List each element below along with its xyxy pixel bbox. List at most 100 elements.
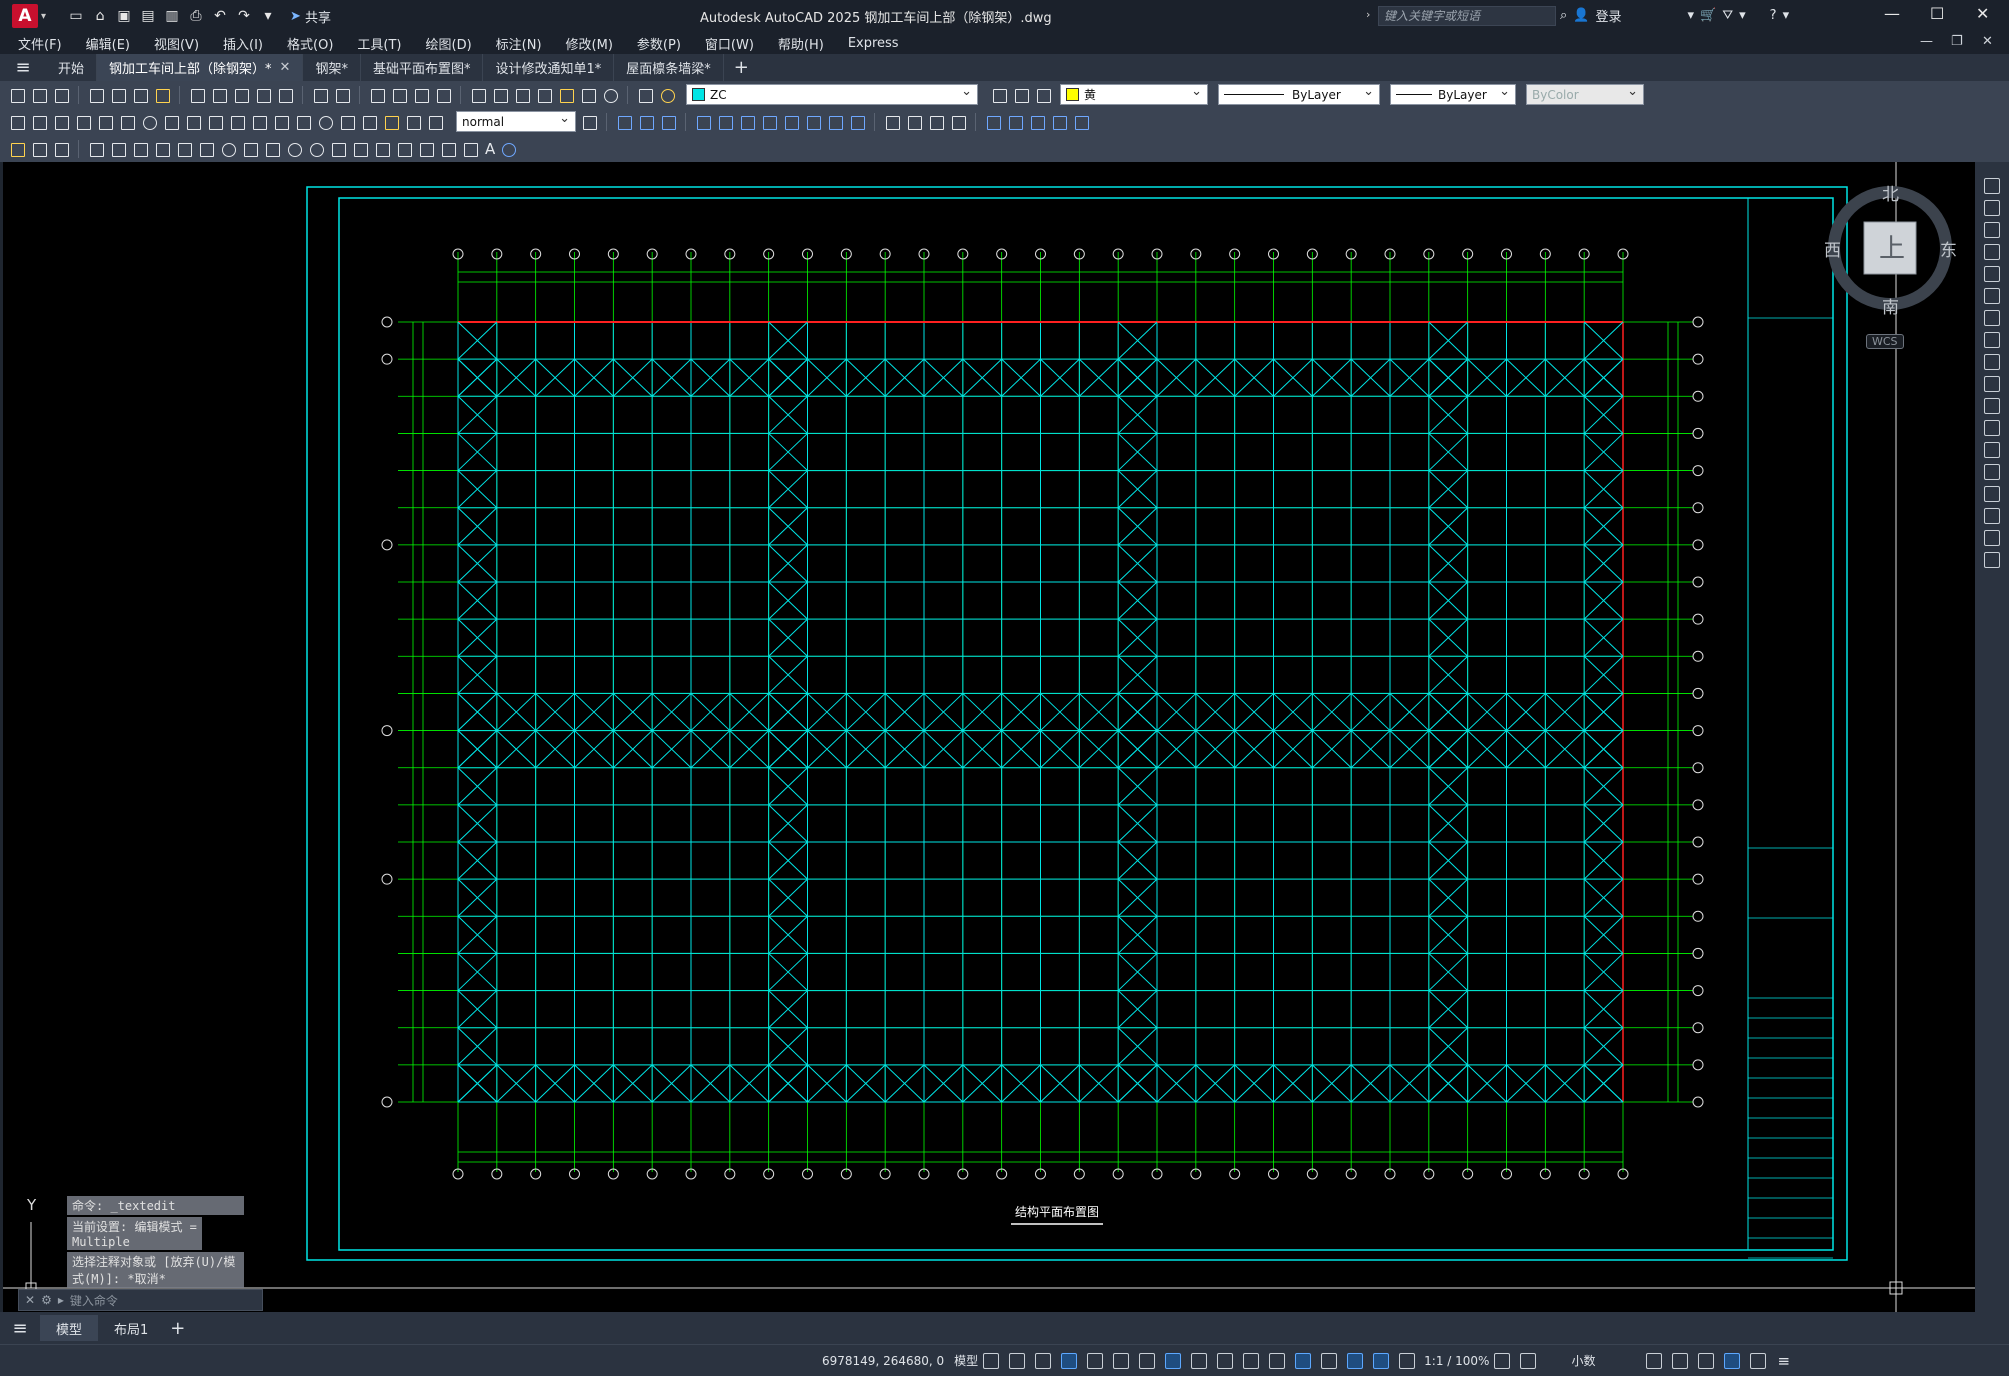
properties-icon[interactable] (469, 86, 487, 104)
object-snap-tracking-icon[interactable] (1165, 1352, 1182, 1369)
3d-object-snap-icon[interactable] (1295, 1352, 1312, 1369)
orbit-icon[interactable] (984, 113, 1002, 131)
layer-match-icon[interactable] (1034, 86, 1052, 104)
selection-filter-icon[interactable] (1347, 1352, 1364, 1369)
ucs-world-icon[interactable] (716, 113, 734, 131)
print-icon[interactable]: ⎙ (188, 8, 204, 24)
tolerance-icon[interactable] (294, 113, 312, 131)
dynamic-ucs-icon[interactable] (1321, 1352, 1338, 1369)
linetype-dropdown[interactable]: ByLayer (1218, 84, 1380, 105)
web-mobile-icon[interactable]: ▥ (164, 8, 180, 24)
copy-object-icon[interactable] (1984, 200, 2000, 216)
lock-ui-icon[interactable] (1672, 1352, 1689, 1369)
purge-icon[interactable] (52, 140, 70, 158)
app-menu-chevron-icon[interactable]: ▾ (41, 11, 46, 22)
ucs-object-icon[interactable] (782, 113, 800, 131)
menu-item[interactable]: Express (848, 36, 899, 51)
search-expand-icon[interactable]: › (1366, 8, 1370, 21)
open-file-icon[interactable]: ⌂ (92, 8, 108, 24)
dimension-style-icon[interactable] (580, 113, 598, 131)
spline-icon[interactable] (263, 140, 281, 158)
command-line[interactable]: ✕ ⚙ ▸ 键入命令 (18, 1289, 263, 1311)
arc-icon[interactable] (197, 140, 215, 158)
array-icon[interactable] (1984, 266, 2000, 282)
layout-list-icon[interactable]: ≡ (0, 1318, 40, 1339)
tool-palettes-icon[interactable] (513, 86, 531, 104)
ucs-origin-icon[interactable] (826, 113, 844, 131)
calculator-icon[interactable] (579, 86, 597, 104)
jogged-linear-icon[interactable] (360, 113, 378, 131)
aligned-dimension-icon[interactable] (30, 113, 48, 131)
free-orbit-icon[interactable] (1006, 113, 1024, 131)
plot-preview-icon[interactable] (109, 86, 127, 104)
extend-icon[interactable] (1984, 398, 2000, 414)
redo-tool-icon[interactable] (333, 86, 351, 104)
materials-icon[interactable] (949, 113, 967, 131)
erase-icon[interactable] (1984, 178, 2000, 194)
tab-close-icon[interactable]: ✕ (280, 60, 291, 75)
new-file-icon[interactable]: ▭ (68, 8, 84, 24)
pan-icon[interactable] (368, 86, 386, 104)
share-button[interactable]: ➤ 共享 (290, 7, 331, 26)
explode-icon[interactable] (1984, 552, 2000, 568)
command-close-icon[interactable]: ✕ (25, 1293, 35, 1307)
join-icon[interactable] (1984, 464, 2000, 480)
file-tab[interactable]: 基础平面布置图* (361, 54, 484, 81)
command-input[interactable]: 键入命令 (70, 1292, 118, 1309)
break-at-point-icon[interactable] (1984, 420, 2000, 436)
ucs-zaxis-icon[interactable] (848, 113, 866, 131)
line-icon[interactable] (87, 140, 105, 158)
search-input[interactable]: 键入关键字或短语 (1378, 6, 1556, 26)
file-tab[interactable]: 开始 (46, 54, 98, 81)
ucs-previous-icon[interactable] (738, 113, 756, 131)
layer-properties-icon[interactable] (636, 86, 654, 104)
inspection-icon[interactable] (338, 113, 356, 131)
close-icon[interactable]: ✕ (1976, 4, 1989, 23)
paste-icon[interactable] (232, 86, 250, 104)
move-icon[interactable] (1984, 288, 2000, 304)
hamburger-menu-icon[interactable]: ≡ (0, 57, 46, 78)
plot-icon[interactable] (87, 86, 105, 104)
lights-icon[interactable] (927, 113, 945, 131)
layer-dropdown[interactable]: ZC (686, 84, 978, 105)
menu-item[interactable]: 工具(T) (357, 34, 401, 53)
object-snap-icon[interactable] (1191, 1352, 1208, 1369)
copy-icon[interactable] (210, 86, 228, 104)
redo-icon[interactable]: ↷ (236, 8, 252, 24)
dimension-text-edit-icon[interactable] (404, 113, 422, 131)
render-icon[interactable] (905, 113, 923, 131)
grid-icon[interactable] (983, 1352, 1000, 1369)
autodesk-account-icon[interactable]: ⛛ (1722, 8, 1733, 23)
zoom-previous-icon[interactable] (434, 86, 452, 104)
menu-item[interactable]: 窗口(W) (705, 34, 754, 53)
publish-icon[interactable] (131, 86, 149, 104)
baseline-dimension-icon[interactable] (206, 113, 224, 131)
graphics-performance-icon[interactable] (1724, 1352, 1741, 1369)
login-dropdown-icon[interactable]: ▾ (1687, 8, 1694, 23)
compass-east[interactable]: 东 (1940, 236, 1957, 261)
annotation-monitor-icon[interactable] (1520, 1352, 1537, 1369)
ordinate-dimension-icon[interactable] (74, 113, 92, 131)
multiline-text-icon[interactable]: A (485, 140, 495, 158)
selection-cycling-icon[interactable] (1269, 1352, 1286, 1369)
save-icon[interactable]: ▣ (116, 8, 132, 24)
save-as-icon[interactable]: ▤ (140, 8, 156, 24)
ellipse-icon[interactable] (285, 140, 303, 158)
dimension-break-icon[interactable] (272, 113, 290, 131)
file-tab[interactable]: 钢架* (303, 54, 361, 81)
text-style-dropdown[interactable]: normal (456, 111, 576, 132)
undo-tool-icon[interactable] (311, 86, 329, 104)
sheet-set-icon[interactable] (535, 86, 553, 104)
rectangle-icon[interactable] (175, 140, 193, 158)
ucs-icon[interactable] (694, 113, 712, 131)
revision-cloud-icon[interactable] (241, 140, 259, 158)
file-tab[interactable]: 钢加工车间上部（除钢架）* ✕ (97, 54, 304, 81)
layer-state-icon[interactable] (658, 86, 676, 104)
quick-dimension-icon[interactable] (184, 113, 202, 131)
make-block-icon[interactable] (351, 140, 369, 158)
clean-screen-icon[interactable] (1750, 1352, 1767, 1369)
compass-north[interactable]: 北 (1882, 180, 1899, 205)
diameter-dimension-icon[interactable] (140, 113, 158, 131)
break-icon[interactable] (1984, 442, 2000, 458)
region-icon[interactable] (439, 140, 457, 158)
